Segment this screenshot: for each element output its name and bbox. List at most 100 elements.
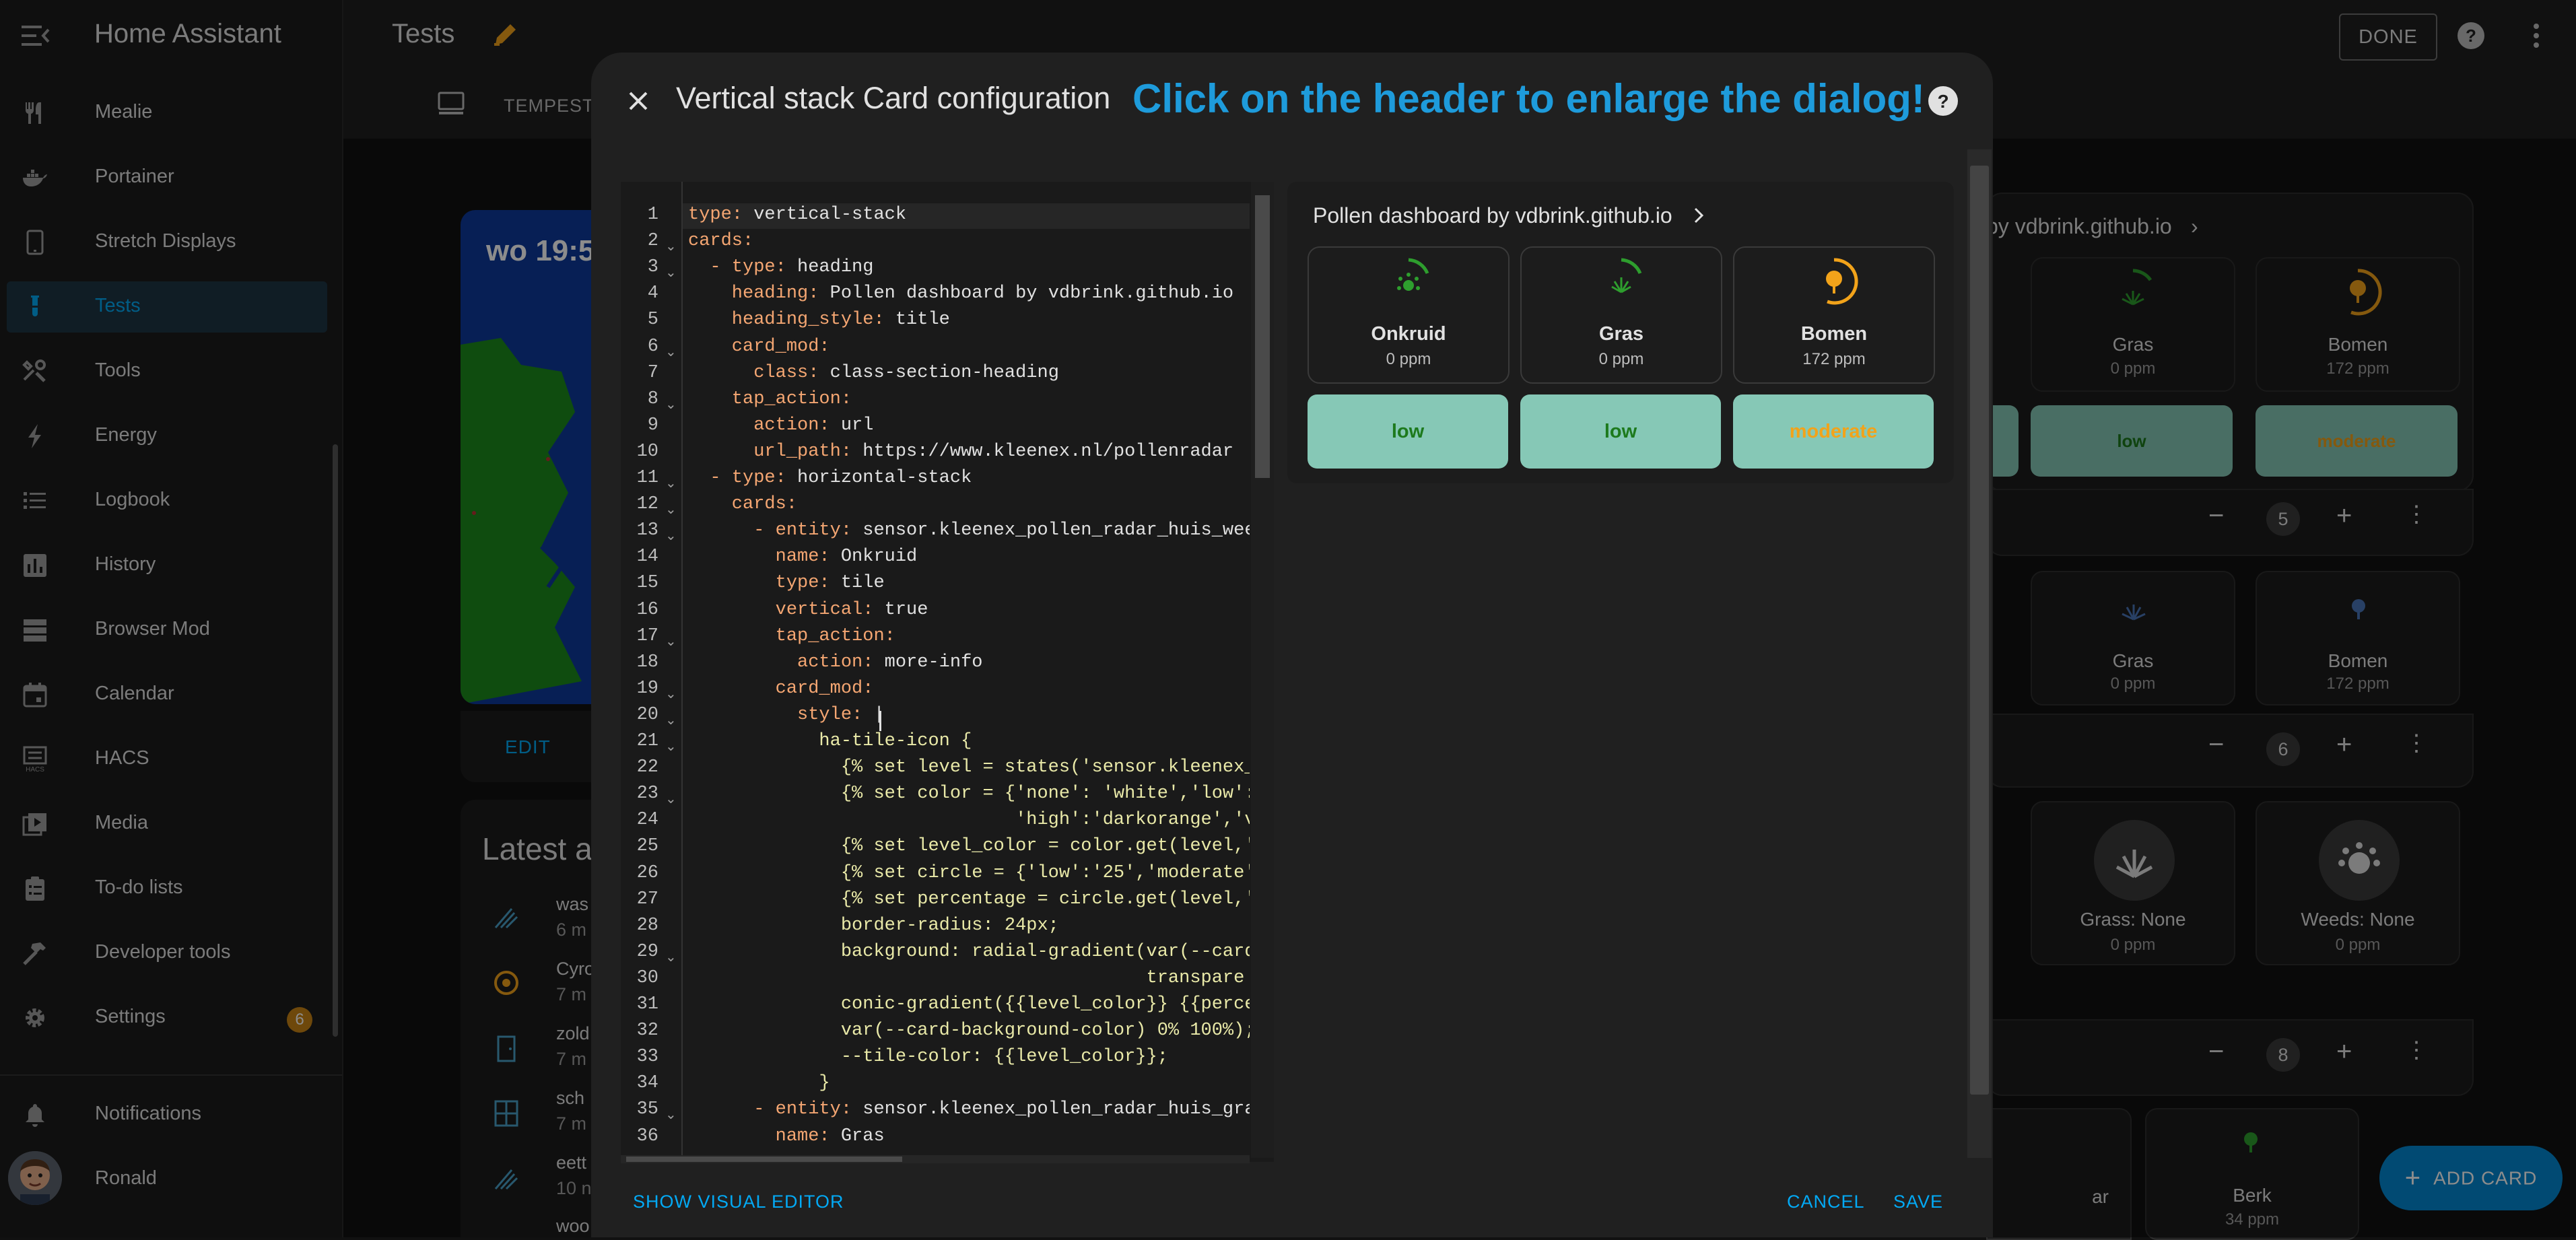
code-string: 'high':'darkorange','v [688,810,1250,830]
fold-chevron-icon[interactable]: ⌄ [665,475,677,491]
code-line[interactable]: action: more-info [688,652,1250,673]
fold-chevron-icon[interactable]: ⌄ [665,343,677,360]
chevron-right-icon[interactable] [1690,205,1707,226]
preview-tile-onkruid[interactable]: Onkruid 0 ppm [1308,246,1510,384]
editor-vertical-scroll-thumb[interactable] [1255,195,1270,478]
line-number: 16 [636,600,658,620]
code-string: {% set circle = {'low':'25','moderate' [688,863,1250,883]
editor-horizontal-scroll-thumb[interactable] [626,1157,902,1162]
code-line[interactable]: transpare [688,968,1250,988]
code-line[interactable]: {% set level_color = color.get(level,' [688,836,1250,856]
code-line[interactable]: {% set color = {'none': 'white','low': [688,784,1250,804]
code-value: title [895,310,950,330]
close-icon[interactable] [619,82,657,120]
preview-level-onkruid[interactable]: low [1308,394,1508,469]
fold-chevron-icon[interactable]: ⌄ [665,1106,677,1123]
code-key: class: [688,363,830,383]
code-line[interactable]: conic-gradient({{level_color}} {{perce [688,994,1250,1014]
code-line[interactable]: style: | [688,705,1250,725]
fold-chevron-icon[interactable]: ⌄ [665,396,677,413]
tile-value: 0 ppm [1598,350,1644,368]
dialog-title[interactable]: Vertical stack Card configuration [676,81,1110,116]
dialog-scroll-thumb[interactable] [1970,166,1989,1095]
code-line[interactable]: vertical: true [688,600,1250,620]
code-line[interactable]: cards: [688,231,1250,251]
code-line[interactable]: tap_action: [688,389,1250,409]
fold-chevron-icon[interactable]: ⌄ [665,738,677,755]
line-number: 26 [636,863,658,883]
preview-heading[interactable]: Pollen dashboard by vdbrink.github.io [1313,203,1672,228]
fold-chevron-icon[interactable]: ⌄ [665,633,677,650]
code-line[interactable]: card_mod: [688,679,1250,699]
save-button[interactable]: SAVE [1893,1192,1943,1212]
code-key: card_mod: [688,337,830,357]
preview-tile-gras[interactable]: Gras 0 ppm [1520,246,1722,384]
code-line[interactable]: type: tile [688,573,1250,593]
text-caret [879,711,881,731]
line-number: 24 [636,810,658,830]
code-line[interactable]: - entity: sensor.kleenex_pollen_radar_hu… [688,520,1250,541]
code-line[interactable]: ha-tile-icon { [688,731,1250,751]
line-number: 35 [636,1099,658,1120]
code-line[interactable]: url_path: https://www.kleenex.nl/pollenr… [688,442,1250,462]
code-key: tap_action: [688,626,895,646]
code-line[interactable]: cards: [688,494,1250,514]
tile-value: 172 ppm [1802,350,1866,368]
line-number: 14 [636,547,658,567]
code-line[interactable]: name: Gras [688,1126,1250,1146]
code-line[interactable]: action: url [688,415,1250,436]
fold-chevron-icon[interactable]: ⌄ [665,264,677,281]
preview-tile-bomen[interactable]: Bomen 172 ppm [1733,246,1935,384]
code-key: vertical: [688,600,885,620]
fold-chevron-icon[interactable]: ⌄ [665,949,677,965]
code-line[interactable]: type: vertical-stack [688,205,1250,225]
help-icon[interactable]: ? [1926,83,1961,118]
code-string: transpare [688,968,1245,988]
code-line[interactable]: - entity: sensor.kleenex_pollen_radar_hu… [688,1099,1250,1120]
line-number: 27 [636,889,658,909]
code-key: action: [688,415,841,436]
code-line[interactable]: - type: horizontal-stack [688,468,1250,488]
fold-chevron-icon[interactable]: ⌄ [665,790,677,807]
code-line[interactable]: background: radial-gradient(var(--card [688,942,1250,962]
code-line[interactable]: var(--card-background-color) 0% 100%); [688,1021,1250,1041]
fold-chevron-icon[interactable]: ⌄ [665,238,677,254]
code-value: sensor.kleenex_pollen_radar_huis_gra [862,1099,1250,1120]
code-line[interactable]: class: class-section-heading [688,363,1250,383]
preview-level-gras[interactable]: low [1520,394,1721,469]
code-value: Onkruid [840,547,918,567]
tile-name: Bomen [1800,323,1868,345]
fold-chevron-icon[interactable]: ⌄ [665,712,677,728]
code-line[interactable]: card_mod: [688,337,1250,357]
preview-level-bomen[interactable]: moderate [1733,394,1934,469]
code-line[interactable]: 'high':'darkorange','v [688,810,1250,830]
line-number: 13 [636,520,658,541]
line-number: 25 [636,836,658,856]
code-line[interactable]: --tile-color: {{level_color}}; [688,1047,1250,1067]
code-string: border-radius: 24px; [688,916,1059,936]
code-line[interactable]: name: Onkruid [688,547,1250,567]
code-line[interactable]: heading: Pollen dashboard by vdbrink.git… [688,283,1250,304]
cancel-button[interactable]: CANCEL [1787,1192,1865,1212]
line-number: 20 [636,705,658,725]
line-number: 10 [636,442,658,462]
code-line[interactable]: } [688,1073,1250,1093]
code-line[interactable]: {% set circle = {'low':'25','moderate' [688,863,1250,883]
code-line[interactable]: tap_action: [688,626,1250,646]
line-number: 36 [636,1126,658,1146]
show-visual-editor-button[interactable]: SHOW VISUAL EDITOR [633,1192,844,1212]
tile-name: Gras [1598,323,1644,345]
code-line[interactable]: {% set percentage = circle.get(level,' [688,889,1250,909]
fold-chevron-icon[interactable]: ⌄ [665,501,677,518]
code-line[interactable]: - type: heading [688,257,1250,277]
line-number: 32 [636,1021,658,1041]
line-number: 17 [636,626,658,646]
code-line[interactable]: {% set level = states('sensor.kleenex_ [688,757,1250,778]
fold-chevron-icon[interactable]: ⌄ [665,527,677,544]
code-line[interactable]: heading_style: title [688,310,1250,330]
code-key: name: [688,547,841,567]
code-line[interactable]: border-radius: 24px; [688,916,1250,936]
line-number: 31 [636,994,658,1014]
code-value: https://www.kleenex.nl/pollenradar [862,442,1234,462]
fold-chevron-icon[interactable]: ⌄ [665,685,677,702]
